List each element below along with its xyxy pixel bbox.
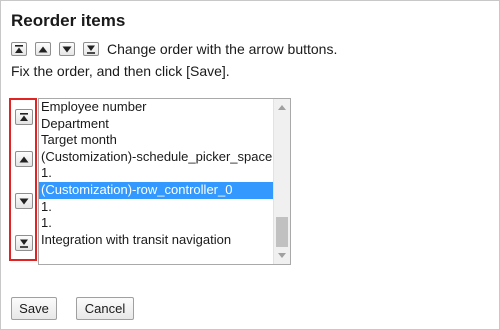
scrollbar-thumb[interactable] <box>276 217 288 247</box>
move-to-bottom-icon <box>20 239 28 248</box>
move-down-icon <box>19 198 29 204</box>
instruction-text-1: Change order with the arrow buttons. <box>107 41 338 57</box>
listbox-scrollbar[interactable] <box>273 99 290 264</box>
items-listbox[interactable]: Employee number Department Target month … <box>38 98 291 265</box>
page-title: Reorder items <box>11 11 126 30</box>
save-button[interactable]: Save <box>11 297 57 320</box>
cancel-button[interactable]: Cancel <box>76 297 134 320</box>
move-to-bottom-button[interactable] <box>15 235 33 251</box>
list-item[interactable]: Employee number <box>39 99 273 116</box>
list-item[interactable]: 1. <box>39 165 273 182</box>
list-item[interactable]: (Customization)-schedule_picker_space <box>39 149 273 166</box>
instruction-text-2: Fix the order, and then click [Save]. <box>11 63 230 79</box>
list-item[interactable]: 1. <box>39 215 273 232</box>
move-down-icon <box>59 42 75 56</box>
list-item[interactable]: Target month <box>39 132 273 149</box>
move-up-icon <box>19 156 29 162</box>
list-item[interactable]: Department <box>39 116 273 133</box>
scroll-up-icon[interactable] <box>274 99 290 116</box>
move-to-top-icon <box>20 112 28 121</box>
scroll-down-icon[interactable] <box>274 247 290 264</box>
instruction-row: Change order with the arrow buttons. <box>11 41 337 57</box>
move-up-button[interactable] <box>15 151 33 167</box>
move-to-bottom-icon <box>83 42 99 56</box>
items-list: Employee number Department Target month … <box>39 99 273 248</box>
list-item[interactable]: 1. <box>39 199 273 216</box>
move-to-top-icon <box>11 42 27 56</box>
list-item[interactable]: Integration with transit navigation <box>39 232 273 249</box>
move-down-button[interactable] <box>15 193 33 209</box>
move-to-top-button[interactable] <box>15 109 33 125</box>
list-item-selected[interactable]: (Customization)-row_controller_0 <box>39 181 273 199</box>
move-up-icon <box>35 42 51 56</box>
reorder-dialog: Reorder items Change order with the arro… <box>0 0 500 330</box>
arrow-button-panel <box>9 98 37 261</box>
